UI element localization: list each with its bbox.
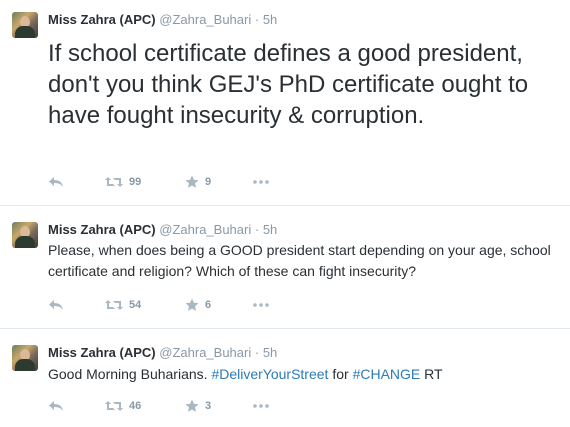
separator-dot: ·: [254, 345, 260, 360]
tweet-header: Miss Zahra (APC) @Zahra_Buhari · 5h: [48, 345, 277, 360]
tweet-divider: [0, 328, 570, 329]
tweet-text-part: RT: [420, 366, 443, 382]
reply-icon: [49, 401, 63, 411]
more-options-icon: [253, 180, 269, 184]
more-options-button[interactable]: [253, 175, 269, 189]
tweet-text: Please, when does being a GOOD president…: [48, 242, 551, 279]
avatar[interactable]: [12, 12, 38, 38]
more-options-icon: [253, 303, 269, 307]
hashtag-link[interactable]: #CHANGE: [353, 366, 421, 382]
tweet-text-part: for: [328, 366, 353, 382]
tweet-time[interactable]: 5h: [263, 12, 277, 27]
tweet-divider: [0, 205, 570, 206]
favorite-star-icon: [185, 175, 199, 188]
tweet-header: Miss Zahra (APC) @Zahra_Buhari · 5h: [48, 12, 277, 27]
reply-button[interactable]: [48, 175, 64, 189]
tweet-text: If school certificate defines a good pre…: [48, 40, 529, 129]
retweet-count: 99: [129, 176, 142, 188]
author-handle[interactable]: @Zahra_Buhari: [159, 222, 251, 237]
reply-button[interactable]: [48, 399, 64, 413]
more-options-icon: [253, 404, 269, 408]
tweet-text: Good Morning Buharians. #DeliverYourStre…: [48, 364, 563, 385]
favorite-count: 9: [205, 176, 212, 188]
hashtag-link[interactable]: #DeliverYourStreet: [211, 366, 328, 382]
more-options-button[interactable]: [253, 399, 269, 413]
retweet-button[interactable]: 99: [105, 175, 141, 189]
retweet-icon: [105, 300, 123, 310]
author-name[interactable]: Miss Zahra (APC): [48, 345, 156, 360]
author-handle[interactable]: @Zahra_Buhari: [159, 345, 251, 360]
separator-dot: ·: [254, 12, 260, 27]
retweet-icon: [105, 401, 123, 411]
favorite-button[interactable]: 3: [185, 399, 211, 413]
retweet-icon: [105, 177, 123, 187]
retweet-button[interactable]: 54: [105, 298, 141, 312]
tweet-header: Miss Zahra (APC) @Zahra_Buhari · 5h: [48, 222, 277, 237]
favorite-button[interactable]: 6: [185, 298, 211, 312]
avatar[interactable]: [12, 345, 38, 371]
more-options-button[interactable]: [253, 298, 269, 312]
favorite-star-icon: [185, 399, 199, 412]
tweet-time[interactable]: 5h: [263, 222, 277, 237]
reply-icon: [49, 177, 63, 187]
author-name[interactable]: Miss Zahra (APC): [48, 12, 156, 27]
favorite-button[interactable]: 9: [185, 175, 211, 189]
separator-dot: ·: [254, 222, 260, 237]
favorite-star-icon: [185, 298, 199, 311]
favorite-count: 6: [205, 299, 212, 311]
author-name[interactable]: Miss Zahra (APC): [48, 222, 156, 237]
retweet-count: 54: [129, 299, 142, 311]
retweet-button[interactable]: 46: [105, 399, 141, 413]
reply-icon: [49, 300, 63, 310]
author-handle[interactable]: @Zahra_Buhari: [159, 12, 251, 27]
tweet-time[interactable]: 5h: [263, 345, 277, 360]
reply-button[interactable]: [48, 298, 64, 312]
favorite-count: 3: [205, 400, 212, 412]
retweet-count: 46: [129, 400, 142, 412]
tweet-text-part: Good Morning Buharians.: [48, 366, 212, 382]
avatar[interactable]: [12, 222, 38, 248]
